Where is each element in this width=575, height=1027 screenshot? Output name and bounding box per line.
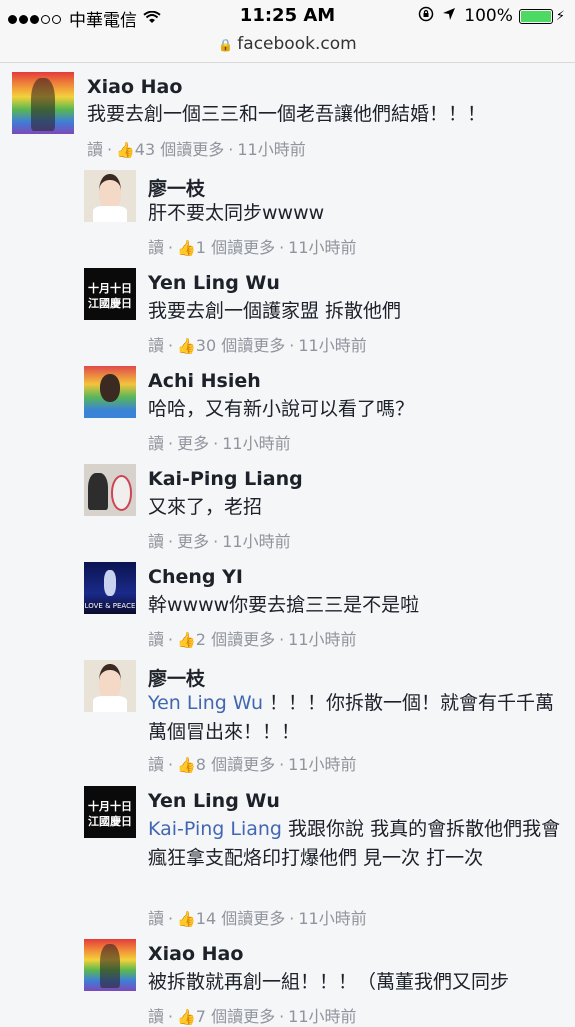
comment-text: 被拆散就再創一組！！！（萬董我們又同步	[148, 971, 510, 993]
timestamp: 11小時前	[298, 909, 367, 928]
comment-text: Kai-Ping Liang 我跟你說 我真的會拆散他們我會瘋狂拿支配烙印打爆他…	[148, 815, 565, 873]
read-link[interactable]: 讀	[87, 140, 103, 159]
comment-meta: 讀 · 👍1 個讀更多 · 11小時前	[148, 238, 357, 257]
read-link[interactable]: 讀	[148, 630, 164, 649]
comment-text: Yen Ling Wu ！！！你拆散一個！就會有千千萬萬個冒出來！！！	[148, 689, 565, 747]
avatar-text-line: 江國慶日	[88, 297, 132, 310]
commenter-name[interactable]: Cheng YI	[148, 566, 243, 588]
likes-count[interactable]: 8 個讀更多	[196, 755, 275, 774]
mention-link[interactable]: Yen Ling Wu	[148, 692, 263, 714]
timestamp: 11小時前	[237, 140, 306, 159]
thumbs-up-icon: 👍	[177, 239, 196, 257]
avatar-caption: LOVE & PEACE	[84, 602, 136, 610]
thumbs-up-icon: 👍	[177, 910, 196, 928]
likes-count[interactable]: 14 個讀更多	[196, 909, 285, 928]
likes-count[interactable]: 2 個讀更多	[196, 630, 275, 649]
status-bar: 中華電信 11:25 AM 100% ⚡	[0, 0, 575, 34]
commenter-name[interactable]: 廖一枝	[148, 664, 205, 691]
read-link[interactable]: 讀	[148, 909, 164, 928]
lock-icon: 🔒	[218, 38, 234, 52]
timestamp: 11小時前	[298, 336, 367, 355]
avatar-text-line: 十月十日	[88, 282, 132, 295]
read-link[interactable]: 讀	[148, 532, 164, 551]
likes-count[interactable]: 7 個讀更多	[196, 1007, 275, 1026]
timestamp: 11小時前	[288, 630, 357, 649]
comment-meta: 讀 · 更多 · 11小時前	[148, 434, 291, 453]
avatar[interactable]	[84, 464, 136, 516]
comment-meta: 讀 · 👍2 個讀更多 · 11小時前	[148, 630, 357, 649]
thumbs-up-icon: 👍	[116, 141, 135, 159]
avatar[interactable]: LOVE & PEACE	[84, 562, 136, 614]
more-link[interactable]: 更多	[177, 532, 209, 551]
timestamp: 11小時前	[222, 532, 291, 551]
avatar[interactable]	[12, 72, 74, 134]
commenter-name[interactable]: 廖一枝	[148, 174, 205, 201]
read-link[interactable]: 讀	[148, 336, 164, 355]
comment-text: 我要去創一個護家盟 拆散他們	[148, 300, 402, 322]
commenter-name[interactable]: Yen Ling Wu	[148, 272, 280, 294]
read-link[interactable]: 讀	[148, 238, 164, 257]
comment-meta: 讀 · 更多 · 11小時前	[148, 532, 291, 551]
rotation-lock-icon	[418, 6, 434, 26]
comment-meta: 讀 · 👍8 個讀更多 · 11小時前	[148, 755, 357, 774]
thumbs-up-icon: 👍	[177, 337, 196, 355]
commenter-name[interactable]: Xiao Hao	[148, 943, 243, 965]
commenter-name[interactable]: Yen Ling Wu	[148, 790, 280, 812]
comment-meta: 讀 · 👍43 個讀更多 · 11小時前	[87, 140, 306, 159]
battery-icon	[518, 8, 553, 24]
thumbs-up-icon: 👍	[177, 756, 196, 774]
avatar[interactable]	[84, 366, 136, 418]
url-domain: facebook.com	[237, 34, 357, 54]
comment-meta: 讀 · 👍14 個讀更多 · 11小時前	[148, 909, 367, 928]
timestamp: 11小時前	[288, 755, 357, 774]
avatar[interactable]: 十月十日 江國慶日	[84, 786, 136, 838]
timestamp: 11小時前	[288, 1007, 357, 1026]
read-link[interactable]: 讀	[148, 434, 164, 453]
charging-icon: ⚡	[555, 8, 565, 24]
avatar[interactable]	[84, 660, 136, 712]
read-link[interactable]: 讀	[148, 1007, 164, 1026]
status-right: 100% ⚡	[418, 6, 565, 26]
comment-text: 我要去創一個三三和一個老吾讓他們結婚！！！	[87, 103, 487, 125]
more-link[interactable]: 更多	[177, 434, 209, 453]
avatar[interactable]: 十月十日 江國慶日	[84, 268, 136, 320]
comment-text: 哈哈，又有新小說可以看了嗎？	[148, 398, 415, 420]
comment-text: 幹wwww你要去搶三三是不是啦	[148, 594, 420, 616]
comment-text: 肝不要太同步wwww	[148, 202, 325, 224]
commenter-name[interactable]: Achi Hsieh	[148, 370, 261, 392]
commenter-name[interactable]: Xiao Hao	[87, 76, 182, 98]
likes-count[interactable]: 30 個讀更多	[196, 336, 285, 355]
avatar-text-line: 十月十日	[88, 800, 132, 813]
comment-meta: 讀 · 👍7 個讀更多 · 11小時前	[148, 1007, 357, 1026]
avatar[interactable]	[84, 939, 136, 991]
mention-link[interactable]: Kai-Ping Liang	[148, 818, 282, 840]
thumbs-up-icon: 👍	[177, 1008, 196, 1026]
likes-count[interactable]: 43 個讀更多	[135, 140, 224, 159]
likes-count[interactable]: 1 個讀更多	[196, 238, 275, 257]
comment-meta: 讀 · 👍30 個讀更多 · 11小時前	[148, 336, 367, 355]
comment-text: 又來了，老招	[148, 496, 263, 518]
avatar[interactable]	[84, 170, 136, 222]
thumbs-up-icon: 👍	[177, 631, 196, 649]
battery-percent: 100%	[464, 6, 513, 26]
timestamp: 11小時前	[222, 434, 291, 453]
timestamp: 11小時前	[288, 238, 357, 257]
commenter-name[interactable]: Kai-Ping Liang	[148, 468, 303, 490]
location-arrow-icon	[442, 7, 456, 25]
url-bar[interactable]: 🔒 facebook.com	[0, 34, 575, 63]
read-link[interactable]: 讀	[148, 755, 164, 774]
avatar-text-line: 江國慶日	[88, 815, 132, 828]
